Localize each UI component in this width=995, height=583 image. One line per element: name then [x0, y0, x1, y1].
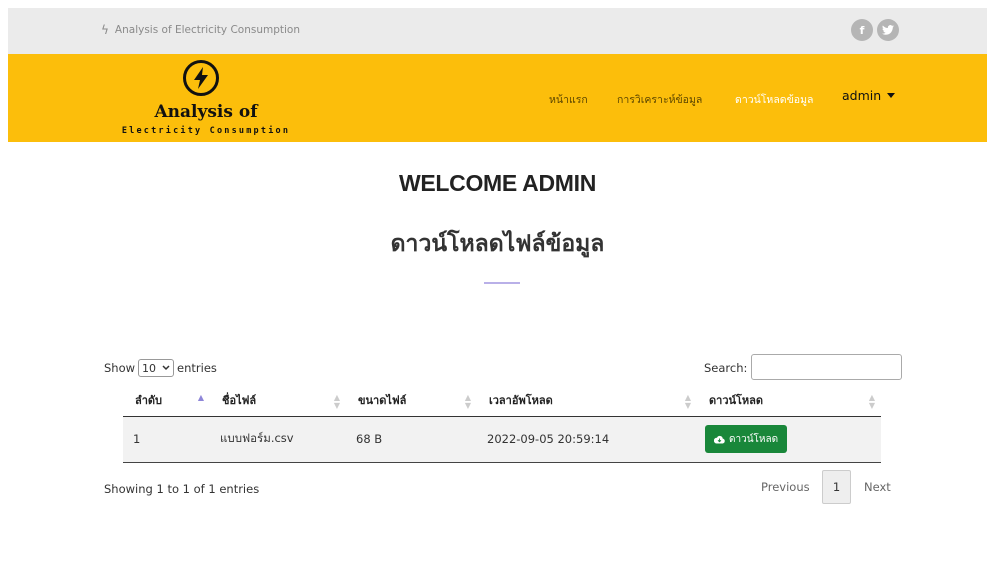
main-navbar: Analysis of Electricity Consumption หน้า…	[8, 54, 987, 142]
cell-uploaded: 2022-09-05 20:59:14	[477, 416, 697, 463]
files-table: ลำดับ ▲ ชื่อไฟล์ ▲ ▼ ขนาดไฟล์ ▲ ▼ เวลาอัพโหลด…	[123, 384, 881, 463]
sort-icon: ▲ ▼	[868, 393, 875, 410]
column-header-label: ชื่อไฟล์	[222, 393, 257, 407]
search-label: Search:	[704, 361, 748, 375]
column-header-label: ดาวน์โหลด	[709, 393, 764, 407]
search-input[interactable]	[751, 354, 902, 380]
page-1-button[interactable]: 1	[822, 470, 851, 504]
brand-subtitle: Electricity Consumption	[121, 126, 291, 136]
column-header-filename[interactable]: ชื่อไฟล์ ▲ ▼	[210, 384, 346, 417]
download-button-label: ดาวน์โหลด	[729, 433, 779, 445]
table-row: 1 แบบฟอร์ม.csv 68 B 2022-09-05 20:59:14 …	[123, 416, 881, 463]
nav-home[interactable]: หน้าแรก	[549, 91, 588, 108]
cloud-download-icon	[714, 435, 725, 443]
tagline-text: Analysis of Electricity Consumption	[114, 24, 301, 36]
column-header-label: ลำดับ	[135, 393, 163, 407]
brand-logo[interactable]: Analysis of Electricity Consumption	[105, 56, 307, 142]
chevron-down-icon	[162, 365, 170, 371]
previous-page-button[interactable]: Previous	[761, 470, 810, 504]
facebook-icon[interactable]: f	[851, 19, 873, 41]
sort-asc-icon: ▲	[197, 393, 204, 402]
brand-title: Analysis of	[154, 102, 258, 122]
next-page-button[interactable]: Next	[864, 470, 891, 504]
entries-length-control: Show 10 entries	[104, 359, 217, 377]
column-header-no[interactable]: ลำดับ ▲	[123, 384, 210, 417]
user-menu[interactable]: admin	[842, 88, 896, 103]
user-name: admin	[842, 88, 882, 103]
cell-size: 68 B	[346, 416, 477, 463]
heading-divider	[484, 282, 520, 284]
entries-select[interactable]: 10	[138, 359, 175, 377]
column-header-download[interactable]: ดาวน์โหลด ▲ ▼	[697, 384, 881, 417]
top-bar: ϟ Analysis of Electricity Consumption f	[8, 8, 987, 54]
column-header-size[interactable]: ขนาดไฟล์ ▲ ▼	[346, 384, 477, 417]
table-header-row: ลำดับ ▲ ชื่อไฟล์ ▲ ▼ ขนาดไฟล์ ▲ ▼ เวลาอัพโหลด…	[123, 384, 881, 417]
column-header-label: เวลาอัพโหลด	[489, 393, 553, 407]
welcome-title: WELCOME ADMIN	[398, 170, 597, 196]
facebook-letter: f	[859, 23, 865, 37]
sort-icon: ▲ ▼	[464, 393, 471, 410]
cell-filename: แบบฟอร์ม.csv	[210, 416, 346, 463]
cell-action: ดาวน์โหลด	[697, 416, 881, 463]
show-label: Show	[104, 361, 136, 375]
lightning-circle-icon	[183, 60, 219, 96]
entries-label: entries	[177, 361, 217, 375]
nav-analysis[interactable]: การวิเคราะห์ข้อมูล	[617, 91, 702, 108]
sort-icon: ▲ ▼	[684, 393, 691, 410]
column-header-label: ขนาดไฟล์	[358, 393, 407, 407]
lightning-bolt-icon: ϟ	[101, 23, 109, 37]
entries-select-value: 10	[142, 361, 157, 375]
column-header-uploaded[interactable]: เวลาอัพโหลด ▲ ▼	[477, 384, 697, 417]
page-title: ดาวน์โหลดไฟล์ข้อมูล	[390, 231, 605, 257]
tagline: ϟ Analysis of Electricity Consumption	[101, 23, 300, 37]
sort-icon: ▲ ▼	[333, 393, 340, 410]
caret-down-icon	[887, 93, 896, 98]
nav-download[interactable]: ดาวน์โหลดข้อมูล	[735, 91, 813, 108]
twitter-icon[interactable]	[877, 19, 899, 41]
download-button[interactable]: ดาวน์โหลด	[705, 425, 788, 453]
cell-no: 1	[123, 416, 210, 463]
table-info: Showing 1 to 1 of 1 entries	[104, 482, 260, 496]
